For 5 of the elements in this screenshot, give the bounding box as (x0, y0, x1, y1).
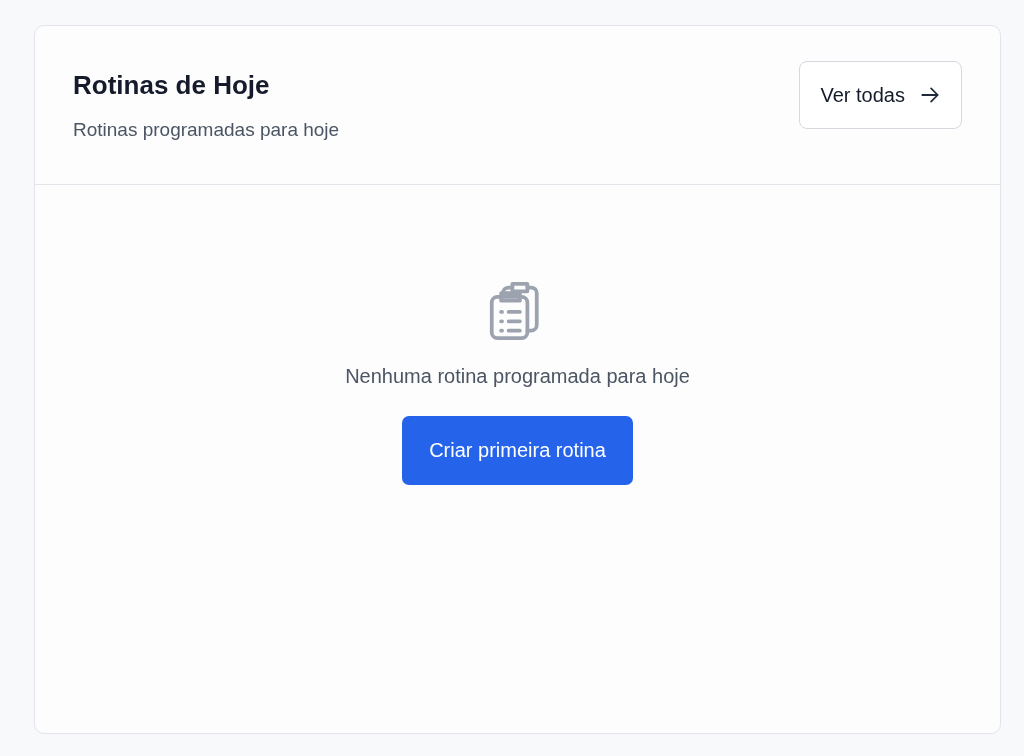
card-subtitle: Rotinas programadas para hoje (73, 118, 340, 141)
view-all-button[interactable]: Ver todas (799, 61, 962, 129)
card-title: Rotinas de Hoje (73, 69, 271, 101)
create-routine-button[interactable]: Criar primeira rotina (402, 416, 633, 485)
empty-message: Nenhuma rotina programada para hoje (345, 365, 690, 388)
